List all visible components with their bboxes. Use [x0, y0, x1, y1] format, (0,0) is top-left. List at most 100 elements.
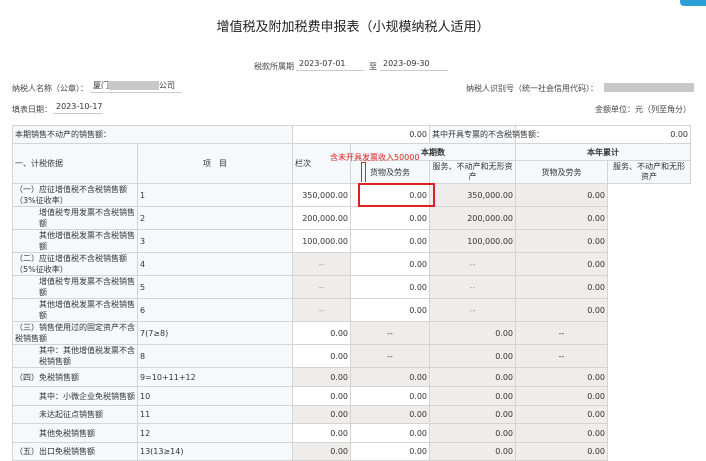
row-value: 0.00: [429, 367, 516, 387]
top-label-2: 其中开具专票的不含税销售额：: [429, 125, 544, 144]
top-right-tab[interactable]: [680, 0, 706, 6]
row-value: 0.00: [515, 229, 608, 253]
header-col: 栏次: [292, 143, 351, 184]
row-item: （四）免税销售额: [12, 367, 138, 387]
row-value: 0.00: [429, 386, 516, 406]
highlight-box: [358, 183, 435, 207]
row-value: --: [292, 275, 351, 299]
row-item: （五）出口免税销售额: [12, 442, 138, 461]
header-ytd: 本年累计: [515, 143, 691, 161]
row-value[interactable]: 0.00: [292, 344, 351, 368]
row-col: 10: [137, 386, 293, 406]
row-value: 0.00: [515, 252, 608, 276]
row-item: 增值税专用发票不含税销售额: [12, 275, 138, 299]
row-value: 0.00: [515, 206, 608, 230]
annotation-arrow-icon: [361, 162, 366, 182]
row-value: 0.00: [515, 442, 608, 461]
row-value: 0.00: [350, 367, 430, 387]
row-value: --: [292, 252, 351, 276]
period-to-field[interactable]: 2023-09-30: [380, 58, 448, 71]
row-value: --: [515, 321, 608, 345]
period-from-field[interactable]: 2023-07-01: [296, 58, 364, 71]
taxpayer-name-label: 纳税人名称（公章）：: [12, 84, 88, 93]
table-row: （三）销售使用过的固定资产不含税销售额 7(7≥8) 0.00 -- 0.00 --: [12, 321, 691, 345]
row-col: 11: [137, 405, 293, 424]
row-value[interactable]: 0.00: [350, 229, 430, 253]
row-value[interactable]: 0.00: [350, 298, 430, 322]
row-value: 0.00: [292, 405, 351, 424]
period-label: 税款所属期: [254, 62, 294, 71]
row-value: 0.00: [515, 298, 608, 322]
row-value: --: [292, 298, 351, 322]
row-value: --: [350, 344, 430, 368]
row-value: 0.00: [515, 183, 608, 207]
row-value: 200,000.00: [429, 206, 516, 230]
declaration-table: 本期销售不动产的销售额： 0.00 其中开具专票的不含税销售额： 0.00 一、…: [12, 125, 691, 461]
row-value: 0.00: [429, 442, 516, 461]
row-value: 0.00: [429, 405, 516, 424]
row-value[interactable]: 0.00: [350, 423, 430, 443]
row-col: 3: [137, 229, 293, 253]
row-value[interactable]: 100,000.00: [292, 229, 351, 253]
row-value: 0.00: [292, 442, 351, 461]
header-services-ytd: 服务、不动产和无形资产: [607, 160, 691, 184]
row-value[interactable]: 350,000.00: [292, 183, 351, 207]
table-row: 其他免税销售额 12 0.00 0.00 0.00 0.00: [12, 423, 691, 443]
page-title: 增值税及附加税费申报表（小规模纳税人适用）: [216, 20, 490, 35]
table-row: 其中：其他增值税发票不含税销售额 8 0.00 -- 0.00 --: [12, 344, 691, 368]
annotation-note: 含未开具发票收入50000: [330, 153, 420, 162]
row-item: 其中：小微企业免税销售额: [12, 386, 138, 406]
taxpayer-name-prefix: 厦门: [93, 81, 109, 90]
taxpayer-id-redacted: [604, 83, 694, 92]
row-value: 0.00: [429, 344, 516, 368]
redacted-mask: [109, 81, 159, 90]
row-item: 其他增值税发票不含税销售额: [12, 229, 138, 253]
row-col: 5: [137, 275, 293, 299]
row-value[interactable]: 200,000.00: [292, 206, 351, 230]
row-value: 0.00: [350, 405, 430, 424]
row-value: 0.00: [515, 405, 608, 424]
row-col: 4: [137, 252, 293, 276]
header-services: 服务、不动产和无形资产: [429, 160, 516, 184]
header-item: 项 目: [137, 143, 293, 184]
taxpayer-id-label: 纳税人识别号（统一社会信用代码）：: [466, 84, 598, 93]
table-row: 未达起征点销售额 11 0.00 0.00 0.00 0.00: [12, 405, 691, 424]
unit-label: 金额单位：元（列至角分）: [595, 105, 691, 114]
fill-date-field[interactable]: 2023-10-17: [53, 101, 103, 114]
row-value: --: [429, 298, 516, 322]
row-value[interactable]: 0.00: [292, 321, 351, 345]
row-col: 7(7≥8): [137, 321, 293, 345]
fill-date-label: 填表日期：: [12, 105, 52, 114]
table-row: （二）应征增值税不含税销售额（5%征收率） 4 -- 0.00 -- 0.00: [12, 252, 691, 276]
row-value: --: [429, 275, 516, 299]
row-item: （一）应征增值税不含税销售额（3%征收率）: [12, 183, 138, 207]
row-item: 其他增值税发票不含税销售额: [12, 298, 138, 322]
row-value[interactable]: 0.00: [350, 275, 430, 299]
row-item: 增值税专用发票不含税销售额: [12, 206, 138, 230]
row-item: 其他免税销售额: [12, 423, 138, 443]
row-item: （二）应征增值税不含税销售额（5%征收率）: [12, 252, 138, 276]
row-value[interactable]: 0.00: [350, 386, 430, 406]
row-value[interactable]: 0.00: [350, 206, 430, 230]
row-value: 0.00: [515, 423, 608, 443]
row-item: 其中：其他增值税发票不含税销售额: [12, 344, 138, 368]
table-row: 其他增值税发票不含税销售额 3 100,000.00 0.00 100,000.00 0.…: [12, 229, 691, 253]
row-value: --: [429, 252, 516, 276]
row-value: 0.00: [429, 423, 516, 443]
top-value-1[interactable]: 0.00: [292, 125, 430, 144]
taxpayer-name-field[interactable]: 厦门 公司: [90, 80, 182, 93]
row-value: 350,000.00: [429, 183, 516, 207]
row-value[interactable]: 0.00: [292, 423, 351, 443]
row-value: --: [350, 321, 430, 345]
row-value: 0.00: [515, 386, 608, 406]
row-value[interactable]: 0.00: [292, 386, 351, 406]
section-label: 一、计税依据: [12, 143, 138, 184]
period-sep: 至: [369, 62, 377, 71]
row-item: （三）销售使用过的固定资产不含税销售额: [12, 321, 138, 345]
row-value[interactable]: 0.00: [350, 442, 430, 461]
row-value: 0.00: [515, 367, 608, 387]
row-col: 2: [137, 206, 293, 230]
row-value[interactable]: 0.00: [350, 252, 430, 276]
row-col: 12: [137, 423, 293, 443]
row-col: 9=10+11+12: [137, 367, 293, 387]
